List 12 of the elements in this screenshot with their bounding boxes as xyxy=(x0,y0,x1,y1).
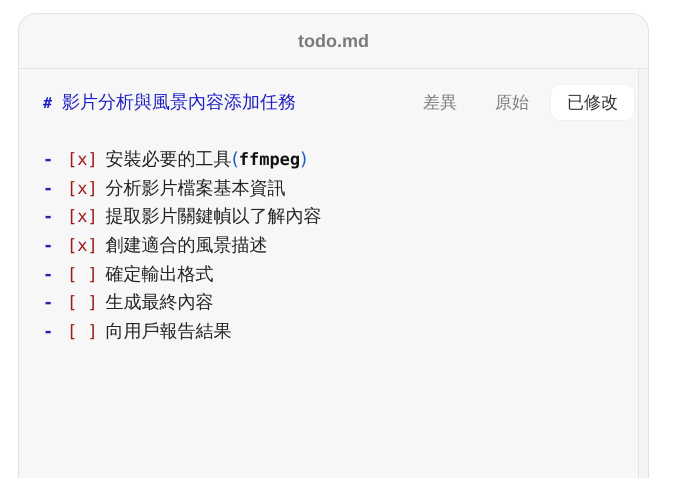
task-line: - [x] 提取影片關鍵幀以了解內容 xyxy=(43,205,323,230)
view-tab[interactable]: 已修改 xyxy=(551,84,634,120)
task-line: - [ ] 生成最終內容 xyxy=(43,291,215,316)
task-line: - [ ] 向用戶報告結果 xyxy=(43,320,233,344)
window-title: todo.md xyxy=(298,30,369,52)
task-line: - [x] 創建適合的風景描述 xyxy=(43,234,269,258)
view-tab[interactable]: 差異 xyxy=(407,84,473,120)
heading-line: # 影片分析與風景內容添加任務 xyxy=(43,91,296,114)
task-line: - [x] 分析影片檔案基本資訊 xyxy=(43,176,287,201)
task-line: - [ ] 確定輸出格式 xyxy=(43,262,215,287)
view-tab[interactable]: 原始 xyxy=(479,84,545,120)
task-line: - [x] 安裝必要的工具(ffmpeg) xyxy=(43,148,308,172)
